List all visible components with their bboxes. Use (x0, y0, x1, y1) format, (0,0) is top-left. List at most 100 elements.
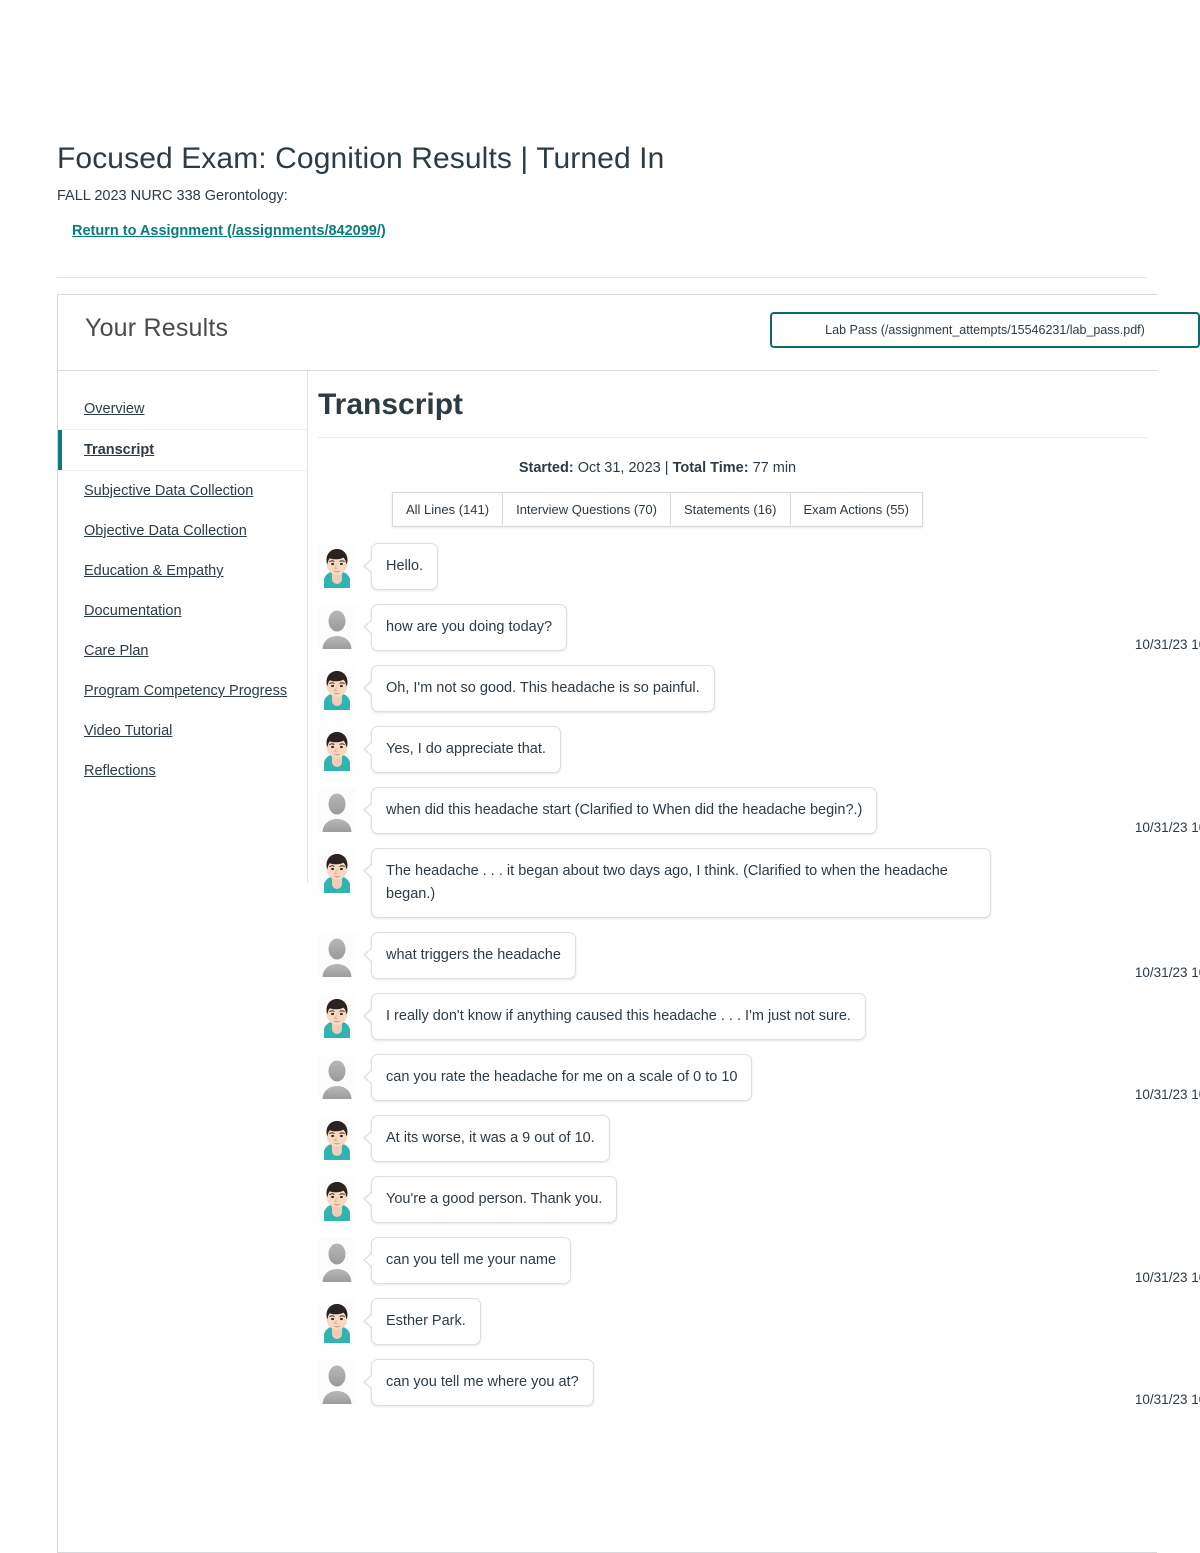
student-avatar-image (318, 933, 356, 977)
sidebar-item-video-tutorial[interactable]: Video Tutorial (58, 711, 307, 751)
sidebar-item-overview[interactable]: Overview (58, 389, 307, 429)
transcript-message-row: when did this headache start (Clarified … (308, 787, 1200, 835)
sidebar-item-care-plan[interactable]: Care Plan (58, 631, 307, 671)
patient-avatar-image (318, 544, 356, 588)
message-bubble: can you tell me your name (362, 1237, 572, 1284)
lab-pass-button[interactable]: Lab Pass (/assignment_attempts/15546231/… (770, 312, 1200, 348)
student-avatar-image (318, 1055, 356, 1099)
sidebar-item-label: Transcript (84, 442, 155, 458)
student-avatar-image (318, 1360, 356, 1404)
transcript-message-row: The headache . . . it began about two da… (308, 848, 1157, 918)
return-to-assignment-link[interactable]: Return to Assignment (/assignments/84209… (72, 223, 386, 239)
student-avatar-image (318, 605, 356, 649)
sidebar-item-label: Reflections (84, 763, 156, 779)
message-kind-label: Que (1089, 610, 1200, 633)
started-info: Started: Oct 31, 2023 | Total Time: 77 m… (308, 460, 1157, 476)
message-bubble: At its worse, it was a 9 out of 10. (363, 1115, 610, 1162)
message-kind-label: Que (1089, 793, 1200, 816)
message-bubble: how are you doing today? (362, 604, 568, 651)
tab-statements[interactable]: Statements (16) (670, 492, 790, 527)
transcript-divider (318, 437, 1147, 438)
sidebar-item-label: Overview (84, 401, 145, 417)
started-value: Oct 31, 2023 (577, 460, 661, 476)
patient-avatar (316, 665, 358, 711)
patient-avatar (316, 543, 358, 589)
message-kind-label: Que (1089, 1243, 1200, 1266)
total-time-label: Total Time: (672, 460, 749, 476)
message-bubble: You're a good person. Thank you. (362, 1176, 618, 1223)
message-bubble: when did this headache start (Clarified … (362, 787, 878, 834)
sidebar-item-education-empathy[interactable]: Education & Empathy (58, 551, 307, 591)
message-meta: Que 10/31/23 10:40 PM (1089, 938, 1200, 984)
transcript-heading: Transcript (318, 388, 464, 421)
transcript-message-row: can you tell me where you at? Que 10/31/23… (308, 1359, 1200, 1407)
tab-all-lines[interactable]: All Lines (141) (391, 492, 503, 527)
sidebar-item-objective-data-collection[interactable]: Objective Data Collection (58, 511, 307, 551)
message-bubble: Esther Park. (363, 1298, 481, 1345)
transcript-message-row: what triggers the headache Que 10/31/23 10… (308, 932, 1200, 980)
patient-avatar (316, 1176, 358, 1222)
transcript-filter-tabs: All Lines (141) Interview Questions (70) S… (391, 492, 923, 527)
patient-avatar (316, 1115, 358, 1161)
tab-interview-questions[interactable]: Interview Questions (70) (502, 492, 670, 527)
results-card: Your Results Lab Pass (/assignment_attem… (57, 294, 1200, 1553)
sidebar-item-reflections[interactable]: Reflections (58, 751, 307, 791)
transcript-pane: Transcript Started: Oct 31, 2023 | Total… (308, 371, 1200, 1450)
message-kind-label: Que (1089, 1365, 1200, 1388)
message-meta: Que 10/31/23 10:38 PM (1089, 610, 1200, 656)
course-subtitle: FALL 2023 NURC 338 Gerontology: (57, 188, 288, 204)
message-timestamp: 10/31/23 10:38 PM (1134, 637, 1200, 652)
message-meta: Que 10/31/23 10:41 PM (1089, 1060, 1200, 1106)
transcript-chat-list: Hello. how are you doing today? Que 10/31/… (308, 543, 1200, 1407)
transcript-message-row: can you tell me your name Que 10/31/23 10:… (308, 1237, 1200, 1285)
page-header: Focused Exam: Cognition Results | Turned… (57, 140, 1147, 240)
sidebar-item-transcript[interactable]: Transcript (58, 429, 307, 471)
message-timestamp: 10/31/23 10:42 PM (1134, 1392, 1200, 1407)
message-timestamp: 10/31/23 10:42 PM (1134, 1270, 1200, 1285)
student-avatar (316, 932, 358, 978)
message-bubble: Oh, I'm not so good. This headache is so… (363, 665, 715, 712)
message-kind-label: Que (1089, 938, 1200, 961)
transcript-message-row: can you rate the headache for me on a sc… (308, 1054, 1200, 1102)
tab-exam-actions[interactable]: Exam Actions (55) (789, 492, 923, 527)
sidebar-item-program-competency-progress[interactable]: Program Competency Progress (58, 671, 307, 711)
student-avatar (316, 604, 358, 650)
message-kind-label: Que (1089, 1060, 1200, 1083)
sidebar-item-subjective-data-collection[interactable]: Subjective Data Collection (58, 471, 307, 511)
patient-avatar-image (318, 849, 356, 893)
results-page: Focused Exam: Cognition Results | Turned… (0, 0, 1200, 1553)
transcript-message-row: Yes, I do appreciate that. (308, 726, 1157, 773)
results-sidebar: Overview Transcript Subjective Data Collec… (58, 371, 308, 883)
transcript-message-row: You're a good person. Thank you. (308, 1176, 1157, 1223)
message-meta: Que 10/31/23 10:39 PM (1089, 793, 1200, 839)
message-bubble: Hello. (362, 543, 439, 590)
transcript-message-row: Hello. (308, 543, 1157, 590)
message-bubble: what triggers the headache (363, 932, 576, 979)
sidebar-item-label: Video Tutorial (84, 723, 173, 739)
student-avatar (316, 1054, 358, 1100)
student-avatar (316, 787, 358, 833)
message-timestamp: 10/31/23 10:40 PM (1134, 965, 1200, 980)
started-label: Started: (518, 460, 574, 476)
info-separator: | (664, 460, 669, 476)
patient-avatar (316, 1298, 358, 1344)
patient-avatar (316, 726, 358, 772)
message-timestamp: 10/31/23 10:39 PM (1134, 820, 1200, 835)
total-time-value: 77 min (752, 460, 797, 476)
message-meta: Que 10/31/23 10:42 PM (1089, 1243, 1200, 1289)
student-avatar (316, 1237, 358, 1283)
message-bubble: The headache . . . it began about two da… (363, 848, 991, 918)
return-link-url: (/assignments/842099/) (226, 223, 386, 239)
sidebar-item-label: Objective Data Collection (84, 523, 247, 539)
sidebar-item-label: Education & Empathy (84, 563, 224, 579)
sidebar-item-label: Care Plan (84, 643, 149, 659)
sidebar-item-documentation[interactable]: Documentation (58, 591, 307, 631)
return-to-assignment-wrap: Return to Assignment (/assignments/84209… (57, 222, 1147, 240)
return-link-label: Return to Assignment (72, 223, 223, 239)
patient-avatar (316, 848, 358, 894)
message-bubble: I really don't know if anything caused t… (363, 993, 866, 1040)
patient-avatar-image (318, 994, 356, 1038)
message-timestamp: 10/31/23 10:41 PM (1134, 1087, 1200, 1102)
patient-avatar-image (318, 1116, 356, 1160)
patient-avatar-image (318, 666, 356, 710)
